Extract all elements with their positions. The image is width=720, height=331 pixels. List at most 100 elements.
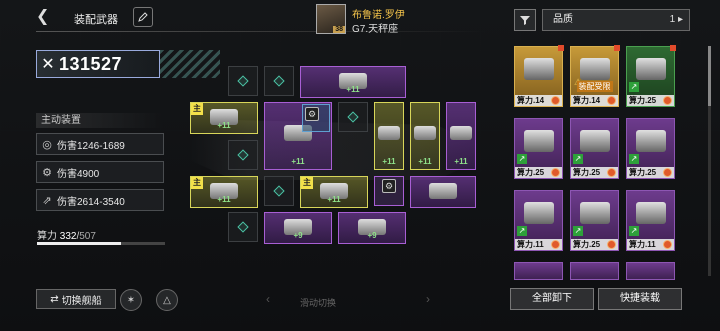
captain-name: 布鲁诺.罗伊 xyxy=(352,10,405,21)
weapon-thumbnail xyxy=(579,130,610,152)
filter-icon xyxy=(520,16,530,25)
inventory-card[interactable] xyxy=(570,262,619,280)
scroll-thumb[interactable] xyxy=(708,46,711,106)
weapon-slot[interactable]: +11 xyxy=(446,102,476,170)
module-gear-icon: ⚙ xyxy=(305,107,319,121)
slide-switch-hint: 滑动切换 xyxy=(300,298,337,308)
slot-bonus: +11 xyxy=(382,157,396,166)
unload-all-button[interactable]: 全部卸下 xyxy=(510,288,594,310)
fleet-button[interactable]: △ xyxy=(156,289,178,311)
compute-title: 算力 xyxy=(37,231,57,242)
weapon-slot[interactable]: 主 +11 xyxy=(190,102,258,134)
weapon-icon xyxy=(414,125,436,140)
active-device-title: 主动装置 xyxy=(36,113,164,128)
weapon-slot[interactable]: +11 xyxy=(300,66,406,98)
page-title: 装配武器 xyxy=(74,14,118,26)
new-badge xyxy=(670,45,676,51)
swap-arrows-icon: ⇄ xyxy=(50,293,59,305)
header-divider xyxy=(36,31,486,32)
empty-slot[interactable] xyxy=(264,66,294,96)
inventory-card[interactable] xyxy=(514,262,563,280)
main-tag: 主 xyxy=(191,103,203,115)
inventory-card[interactable] xyxy=(626,262,675,280)
crossed-swords-icon: ✕ xyxy=(41,56,55,73)
element-orb-icon xyxy=(551,96,560,105)
back-button[interactable]: ❮ xyxy=(36,8,56,26)
gear-target-icon: ⚙ xyxy=(42,166,52,179)
weapon-thumbnail xyxy=(579,58,610,80)
quality-select[interactable]: 品质 1 ▸ xyxy=(542,9,690,31)
inventory-card[interactable]: ⚠装配受限算力.14 xyxy=(570,45,620,107)
stat-row: ⚙ 伤害4900 xyxy=(36,161,164,183)
stat-text: 伤害1246-1689 xyxy=(57,140,125,152)
main-tag: 主 xyxy=(191,177,203,189)
formation-button[interactable]: ✶ xyxy=(120,289,142,311)
inventory-card[interactable]: ↗ 算力.25 xyxy=(626,118,675,179)
element-orb-icon xyxy=(607,96,616,105)
quality-label: 品质 xyxy=(553,14,573,25)
filter-button[interactable] xyxy=(514,9,536,31)
upgrade-arrow-icon: ↗ xyxy=(517,226,527,236)
module-slot[interactable]: ⚙ xyxy=(374,176,404,206)
weapon-slot[interactable]: +11 xyxy=(374,102,404,170)
empty-slot[interactable] xyxy=(338,102,368,132)
edit-button[interactable] xyxy=(133,7,153,27)
captain-avatar[interactable]: 38 xyxy=(316,4,346,34)
empty-slot[interactable] xyxy=(264,176,294,206)
card-note: 装配受限 xyxy=(576,81,613,92)
inventory-card[interactable]: ↗ 算力.11 xyxy=(626,190,675,251)
weapon-slot[interactable]: 主 +11 xyxy=(300,176,368,208)
weapon-icon xyxy=(378,125,400,140)
inventory-card[interactable]: ↗ 算力.25 xyxy=(626,45,676,107)
stat-text: 伤害2614-3540 xyxy=(57,196,125,208)
stat-row: ◎ 伤害1246-1689 xyxy=(36,133,164,155)
empty-slot[interactable] xyxy=(228,212,258,242)
back-chevron-icon: ❮ xyxy=(36,8,50,25)
weapon-slot[interactable] xyxy=(410,176,476,208)
upgrade-arrow-icon: ↗ xyxy=(629,154,639,164)
slide-left-icon: ‹ xyxy=(266,292,270,306)
empty-slot-icon xyxy=(237,149,249,161)
compute-max-wrap: /507 xyxy=(76,231,96,242)
weapon-slot[interactable]: 主 +11 xyxy=(190,176,258,208)
wings-icon: ✶ xyxy=(126,294,136,306)
stat-row: ⇗ 伤害2614-3540 xyxy=(36,189,164,211)
inventory-card[interactable]: 算力.14 xyxy=(514,45,564,107)
new-badge xyxy=(614,45,620,51)
missiles-icon: ⇗ xyxy=(42,194,52,207)
inventory-scrollbar[interactable] xyxy=(708,46,711,276)
element-orb-icon xyxy=(607,168,616,177)
slot-bonus: +11 xyxy=(291,157,305,166)
quality-count-wrap: 1 ▸ xyxy=(670,10,683,30)
slot-bonus: +11 xyxy=(346,85,360,94)
empty-slot[interactable] xyxy=(228,140,258,170)
module-slot[interactable]: ⚙ xyxy=(302,104,330,132)
inventory-card[interactable]: ↗ 算力.25 xyxy=(570,118,619,179)
empty-slot-icon xyxy=(273,75,285,87)
inventory-card[interactable]: ↗ 算力.11 xyxy=(514,190,563,251)
weapon-slot[interactable]: +9 xyxy=(338,212,406,244)
inventory-card[interactable]: ↗ 算力.25 xyxy=(570,190,619,251)
empty-slot-icon xyxy=(347,111,359,123)
inventory-card[interactable]: ↗ 算力.25 xyxy=(514,118,563,179)
slot-bonus: +9 xyxy=(367,231,377,240)
upgrade-arrow-icon: ↗ xyxy=(573,226,583,236)
element-orb-icon xyxy=(663,168,672,177)
compute-bar xyxy=(37,242,165,245)
element-orb-icon xyxy=(551,240,560,249)
weapon-thumbnail xyxy=(635,58,666,80)
chevron-right-icon: ▸ xyxy=(675,14,683,25)
weapon-slot[interactable]: +11 xyxy=(410,102,440,170)
upgrade-arrow-icon: ↗ xyxy=(573,154,583,164)
weapon-slot[interactable]: +9 xyxy=(264,212,332,244)
empty-slot-icon xyxy=(273,185,285,197)
compute-max: 507 xyxy=(79,231,96,242)
empty-slot[interactable] xyxy=(228,66,258,96)
main-tag: 主 xyxy=(301,177,313,189)
compute-label: 算力 332/507 xyxy=(37,227,96,242)
switch-ship-button[interactable]: ⇄ 切换舰船 xyxy=(36,289,116,309)
quick-equip-button[interactable]: 快捷装载 xyxy=(598,288,682,310)
element-orb-icon xyxy=(663,96,672,105)
new-badge xyxy=(558,45,564,51)
slot-bonus: +11 xyxy=(217,195,231,204)
